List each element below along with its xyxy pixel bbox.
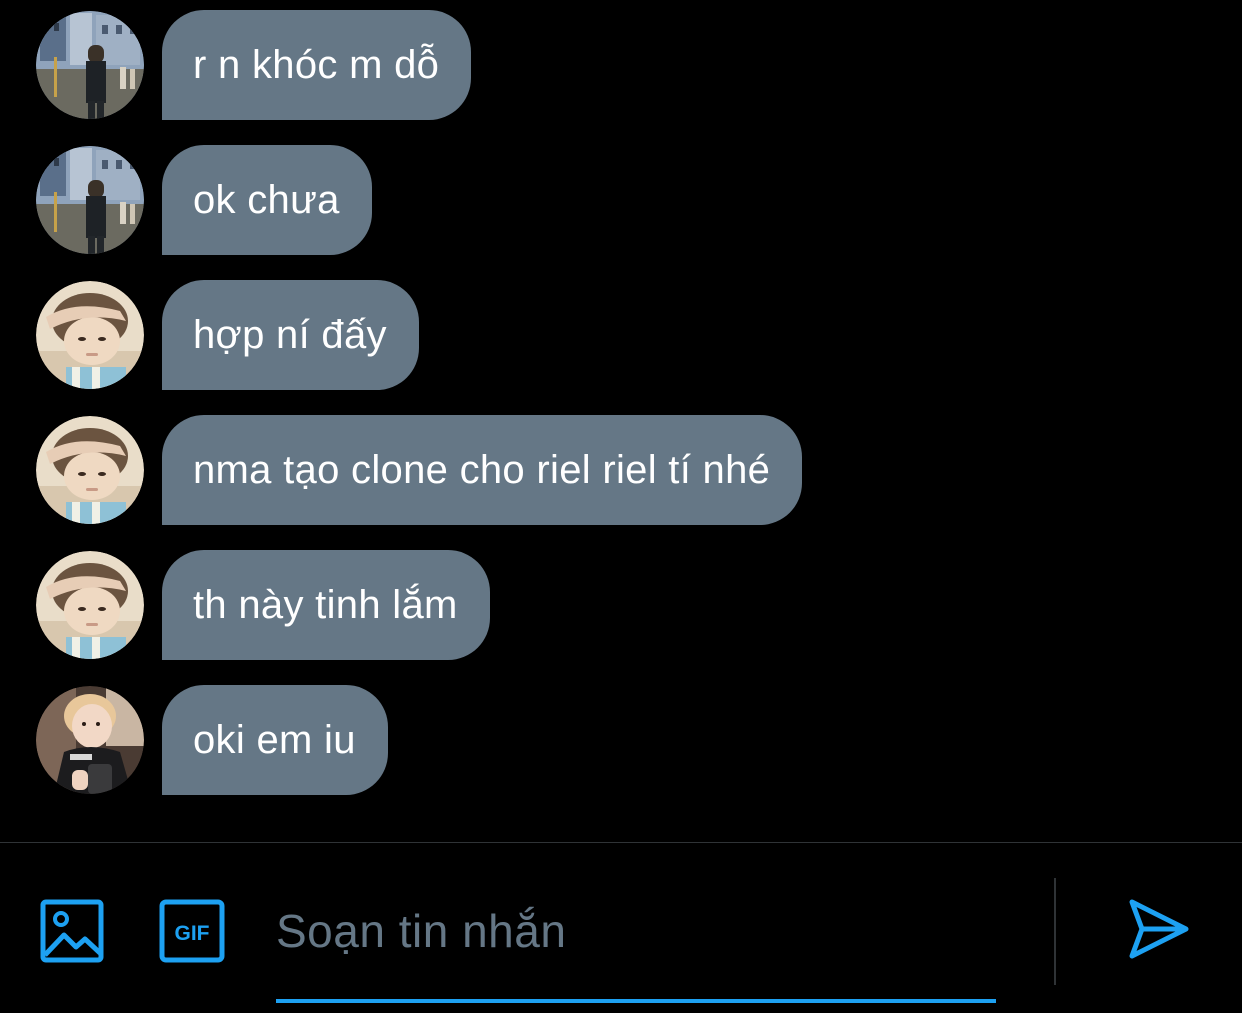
message-row: th này tinh lắm	[36, 550, 490, 660]
message-bubble[interactable]: ok chưa	[162, 145, 372, 255]
message-input[interactable]	[276, 883, 996, 979]
avatar[interactable]	[36, 416, 144, 524]
add-image-button[interactable]	[40, 899, 104, 963]
message-bubble[interactable]: hợp ní đấy	[162, 280, 419, 390]
avatar[interactable]	[36, 551, 144, 659]
message-bubble[interactable]: oki em iu	[162, 685, 388, 795]
send-icon	[1129, 899, 1189, 959]
message-bubble[interactable]: r n khóc m dỗ	[162, 10, 472, 120]
message-row: hợp ní đấy	[36, 280, 419, 390]
input-focus-underline	[276, 999, 996, 1003]
gif-icon: GIF	[159, 899, 225, 963]
send-divider	[1054, 878, 1056, 985]
message-input-wrapper	[276, 883, 996, 1003]
message-composer: GIF	[0, 843, 1242, 1013]
message-row: ok chưa	[36, 145, 372, 255]
image-icon	[40, 899, 104, 963]
message-bubble[interactable]: th này tinh lắm	[162, 550, 490, 660]
message-row: r n khóc m dỗ	[36, 10, 472, 120]
dm-conversation-screen: r n khóc m dỗ ok chưa hợp ní đấy nma tạo…	[0, 0, 1242, 1013]
message-list[interactable]: r n khóc m dỗ ok chưa hợp ní đấy nma tạo…	[0, 0, 1242, 842]
message-row: oki em iu	[36, 685, 388, 795]
send-button[interactable]	[1126, 897, 1190, 961]
message-row: nma tạo clone cho riel riel tí nhé	[36, 415, 803, 525]
gif-label: GIF	[175, 922, 210, 945]
add-gif-button[interactable]: GIF	[159, 899, 225, 963]
avatar[interactable]	[36, 686, 144, 794]
avatar[interactable]	[36, 281, 144, 389]
avatar[interactable]	[36, 146, 144, 254]
message-bubble[interactable]: nma tạo clone cho riel riel tí nhé	[162, 415, 803, 525]
avatar[interactable]	[36, 11, 144, 119]
